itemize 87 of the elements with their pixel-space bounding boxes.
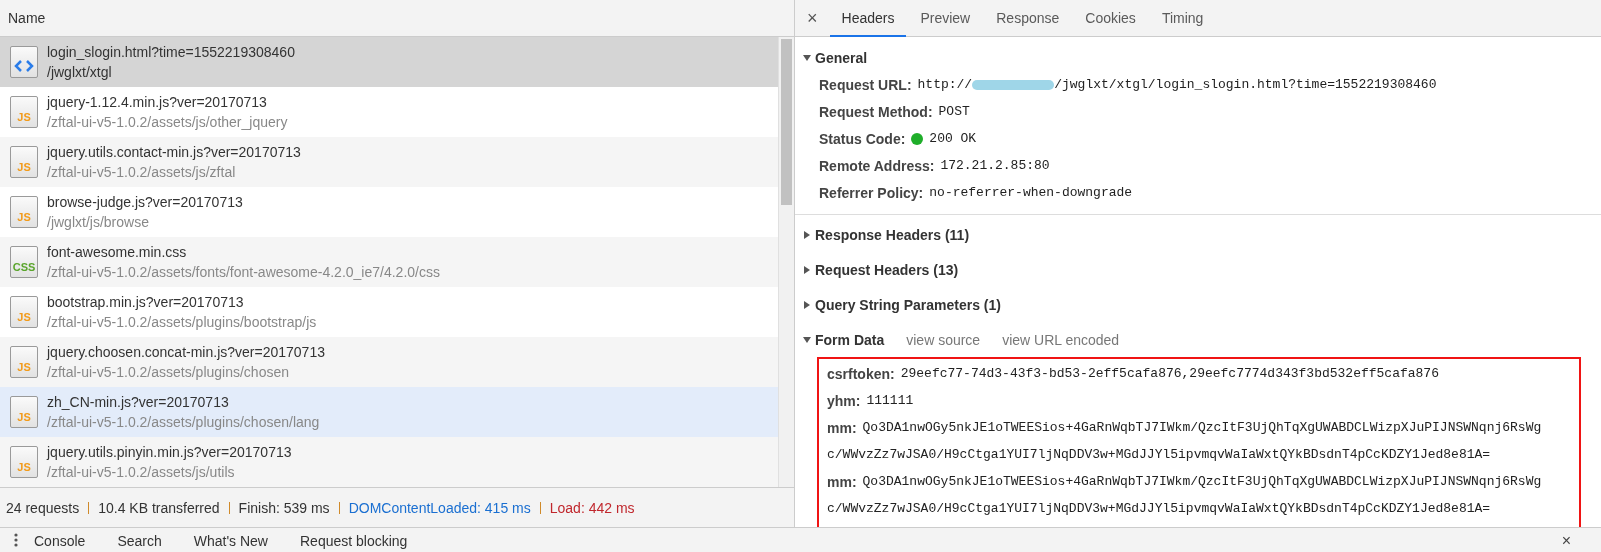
collapsed-arrow-icon — [803, 301, 811, 309]
detail-tab[interactable]: Preview — [908, 0, 983, 37]
request-row[interactable]: JS jquery.utils.pinyin.min.js?ver=20170713 /zftal-ui-v5-1.0.2/assets/js/utils — [0, 437, 778, 487]
script-file-icon: JS — [10, 346, 38, 378]
request-path: /zftal-ui-v5-1.0.2/assets/plugins/bootstrap/js — [47, 314, 317, 330]
param-value: Qo3DA1nwOGy5nkJE1oTWEESios+4GaRnWqbTJ7IWkm/QzcItF3UjQhTqXgUWABDCLWizpXJuPIJNSWNqnj6RsWg — [862, 474, 1542, 489]
status-text: 24 requests — [6, 499, 80, 516]
header-key: Referrer Policy: — [819, 184, 924, 201]
drawer-tab[interactable]: Console — [18, 531, 102, 549]
scrollbar-thumb[interactable] — [781, 39, 792, 205]
request-path: /zftal-ui-v5-1.0.2/assets/fonts/font-awesome-4.2.0_ie7/4.2.0/css — [47, 264, 440, 280]
header-key: Status Code: — [819, 130, 906, 147]
script-file-icon: JS — [10, 196, 38, 228]
request-path: /zftal-ui-v5-1.0.2/assets/js/zftal — [47, 164, 237, 180]
script-file-icon: JS — [10, 296, 38, 328]
header-value: 172.21.2.85:80 — [940, 158, 1050, 173]
status-dot-icon — [911, 132, 924, 145]
param-value: c/WWvzZz7wJSA0/H9cCtga1YUI7ljNqDDV3w+MGdJJYl5ipvmqvWaIaWxtQYkBDsdnT4pCcKDZY1Jed8e81A= — [827, 501, 1491, 516]
status-text: DOMContentLoaded: 415 ms — [348, 499, 531, 516]
view-link[interactable]: view URL encoded — [1002, 332, 1120, 348]
collapsed-arrow-icon — [803, 231, 811, 239]
detail-tab[interactable]: Response — [984, 0, 1072, 37]
request-path: /zftal-ui-v5-1.0.2/assets/js/utils — [47, 464, 236, 480]
script-file-icon: JS — [10, 96, 38, 128]
section-header[interactable]: Form Data — [795, 327, 885, 353]
request-name: font-awesome.min.css — [47, 244, 188, 260]
param-value: 111111 — [866, 393, 914, 408]
param-key: csrftoken: — [827, 365, 895, 382]
request-row[interactable]: CSS font-awesome.min.css /zftal-ui-v5-1.0.2/assets/fonts/font-awesome-4.2.0_ie7/4.2.0/css — [0, 237, 778, 287]
header-key: Request URL: — [819, 76, 912, 93]
script-file-icon: JS — [10, 146, 38, 178]
param-value: c/WWvzZz7wJSA0/H9cCtga1YUI7ljNqDDV3w+MGdJJYl5ipvmqvWaIaWxtQYkBDsdnT4pCcKDZY1Jed8e81A= — [827, 447, 1491, 462]
request-name: jquery.utils.pinyin.min.js?ver=20170713 — [47, 444, 292, 460]
request-path: /zftal-ui-v5-1.0.2/assets/plugins/chosen/lang — [47, 414, 320, 430]
request-row[interactable]: JS zh_CN-min.js?ver=20170713 /zftal-ui-v5-1.0.2/assets/plugins/chosen/lang — [0, 387, 778, 437]
header-value: POST — [938, 104, 970, 119]
section-header[interactable]: Request Headers (13) — [795, 257, 959, 283]
status-text: Load: 442 ms — [549, 499, 635, 516]
param-key: mm: — [827, 473, 857, 490]
stylesheet-file-icon: CSS — [10, 246, 38, 278]
request-name: jquery.utils.contact-min.js?ver=20170713 — [47, 144, 301, 160]
request-name: bootstrap.min.js?ver=20170713 — [47, 294, 245, 310]
collapsed-arrow-icon — [803, 266, 811, 274]
request-row[interactable]: JS jquery.choosen.concat-min.js?ver=20170713 /zftal-ui-v5-1.0.2/assets/plugins/chosen — [0, 337, 778, 387]
request-name: browse-judge.js?ver=20170713 — [47, 194, 243, 210]
section-header[interactable]: General — [795, 45, 868, 71]
header-value: no-referrer-when-downgrade — [929, 185, 1133, 200]
request-path: /jwglxt/xtgl — [47, 64, 113, 80]
detail-tab[interactable]: Timing — [1149, 0, 1216, 37]
header-key: Remote Address: — [819, 157, 935, 174]
close-button[interactable]: × — [807, 0, 828, 36]
section-header[interactable]: Query String Parameters (1) — [795, 292, 1001, 318]
section-header[interactable]: Response Headers (11) — [795, 222, 970, 248]
request-name: jquery.choosen.concat-min.js?ver=20170713 — [47, 344, 325, 360]
request-path: /zftal-ui-v5-1.0.2/assets/plugins/chosen — [47, 364, 290, 380]
request-name: jquery-1.12.4.min.js?ver=20170713 — [47, 94, 268, 110]
request-row[interactable]: login_slogin.html?time=1552219308460 /jwglxt/xtgl — [0, 37, 778, 87]
status-text: Finish: 539 ms — [238, 499, 330, 516]
param-key: mm: — [827, 419, 857, 436]
expanded-arrow-icon — [803, 336, 811, 344]
status-text: 10.4 KB transferred — [98, 499, 220, 516]
header-value: /jwglxt/xtgl/login_slogin.html?time=1552219308460 — [1054, 77, 1437, 92]
request-path: /jwglxt/js/browse — [47, 214, 150, 230]
param-value: 29eefc77-74d3-43f3-bd53-2eff5cafa876,29eefc7774d343f3bd532eff5cafa876 — [900, 366, 1439, 381]
drawer-tab[interactable]: Search — [101, 531, 178, 549]
detail-tab[interactable]: Headers — [829, 0, 907, 37]
drawer-tab[interactable]: Request blocking — [284, 531, 424, 549]
script-file-icon: JS — [10, 396, 38, 428]
scrollbar[interactable] — [778, 37, 794, 487]
script-file-icon: JS — [10, 446, 38, 478]
param-value: Qo3DA1nwOGy5nkJE1oTWEESios+4GaRnWqbTJ7IWkm/QzcItF3UjQhTqXgUWABDCLWizpXJuPIJNSWNqnj6RsWg — [862, 420, 1542, 435]
request-name: login_slogin.html?time=1552219308460 — [47, 44, 295, 60]
view-link[interactable]: view source — [906, 332, 981, 348]
header-value: http:// — [917, 77, 973, 92]
header-key: Request Method: — [819, 103, 933, 120]
request-row[interactable]: JS jquery.utils.contact-min.js?ver=20170713 /zftal-ui-v5-1.0.2/assets/js/zftal — [0, 137, 778, 187]
column-header[interactable]: Name — [8, 10, 46, 26]
request-name: zh_CN-min.js?ver=20170713 — [47, 394, 230, 410]
more-icon[interactable] — [14, 533, 18, 547]
header-value: 200 OK — [929, 131, 977, 146]
param-key: yhm: — [827, 392, 861, 409]
drawer-tab[interactable]: What's New — [177, 531, 284, 549]
detail-tab[interactable]: Cookies — [1073, 0, 1148, 37]
expanded-arrow-icon — [803, 54, 811, 62]
html-file-icon — [10, 46, 38, 78]
close-button[interactable]: × — [1561, 531, 1601, 549]
request-path: /zftal-ui-v5-1.0.2/assets/js/other_jquery — [47, 114, 288, 130]
